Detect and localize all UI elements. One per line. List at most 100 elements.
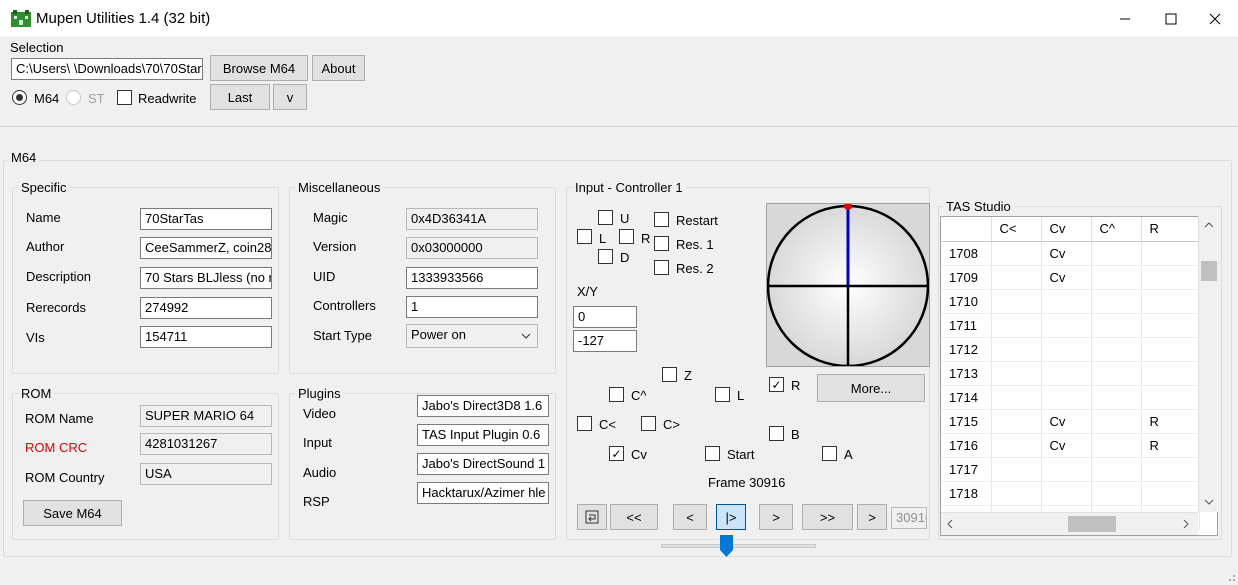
m64-path-field[interactable]: C:\Users\ \Downloads\70\70StarTas.m64 — [11, 58, 203, 80]
input-cell[interactable] — [1091, 385, 1142, 410]
table-row[interactable]: 1713 — [941, 361, 1200, 386]
column-header[interactable]: C< — [991, 217, 1042, 242]
input-cell[interactable] — [1141, 241, 1200, 266]
chevron-up-icon[interactable] — [1204, 222, 1214, 228]
table-row[interactable]: 1708 Cv — [941, 241, 1200, 266]
goto-frame-button[interactable]: > — [857, 504, 887, 530]
next-frame-button[interactable]: > — [759, 504, 793, 530]
resize-grip-icon[interactable] — [1226, 570, 1236, 581]
input-cell[interactable] — [1091, 361, 1142, 386]
input-cell[interactable]: R — [1141, 409, 1200, 434]
input-cell[interactable] — [991, 385, 1042, 410]
input-cell[interactable] — [991, 289, 1042, 314]
m64-radio[interactable] — [12, 90, 27, 105]
column-header[interactable] — [941, 217, 992, 242]
res1-checkbox[interactable] — [654, 236, 669, 251]
input-cell[interactable] — [1141, 265, 1200, 290]
input-cell[interactable] — [1141, 361, 1200, 386]
dpad-right-checkbox[interactable] — [619, 229, 634, 244]
loop-button[interactable] — [577, 504, 607, 530]
c-down-checkbox[interactable]: ✓ — [609, 446, 624, 461]
readwrite-checkbox[interactable] — [117, 90, 132, 105]
input-cell[interactable] — [1041, 289, 1092, 314]
frame-slider-thumb[interactable] — [720, 535, 733, 557]
input-cell[interactable]: Cv — [1041, 265, 1092, 290]
input-cell[interactable] — [1091, 265, 1142, 290]
rerecords-field[interactable]: 274992 — [140, 297, 272, 319]
z-checkbox[interactable] — [662, 367, 677, 382]
controllers-field[interactable]: 1 — [406, 296, 538, 318]
close-button[interactable] — [1192, 0, 1238, 38]
play-button[interactable]: |> — [716, 504, 746, 530]
c-up-checkbox[interactable] — [609, 387, 624, 402]
forward-all-button[interactable]: >> — [802, 504, 853, 530]
input-cell[interactable] — [1091, 313, 1142, 338]
input-cell[interactable] — [1091, 481, 1142, 506]
input-cell[interactable] — [991, 241, 1042, 266]
audio-plugin-field[interactable]: Jabo's DirectSound 1 — [417, 453, 549, 475]
input-cell[interactable] — [1141, 313, 1200, 338]
input-cell[interactable] — [991, 265, 1042, 290]
table-row[interactable]: 1715 Cv R — [941, 409, 1200, 434]
start-type-select[interactable]: Power on — [406, 324, 538, 348]
chevron-down-icon[interactable] — [1204, 499, 1214, 505]
input-cell[interactable]: Cv — [1041, 433, 1092, 458]
more-button[interactable]: More... — [817, 374, 925, 402]
author-field[interactable]: CeeSammerZ, coin28 — [140, 237, 272, 259]
description-field[interactable]: 70 Stars BLJless (no r — [140, 267, 272, 289]
input-cell[interactable] — [1141, 337, 1200, 362]
start-checkbox[interactable] — [705, 446, 720, 461]
input-cell[interactable] — [1091, 409, 1142, 434]
x-field[interactable]: 0 — [573, 306, 637, 328]
input-cell[interactable] — [1041, 481, 1092, 506]
rewind-all-button[interactable]: << — [610, 504, 658, 530]
dpad-down-checkbox[interactable] — [598, 249, 613, 264]
last-button[interactable]: Last — [210, 84, 270, 110]
c-left-checkbox[interactable] — [577, 416, 592, 431]
chevron-right-icon[interactable] — [1183, 519, 1189, 529]
about-button[interactable]: About — [312, 55, 365, 81]
input-plugin-field[interactable]: TAS Input Plugin 0.6 — [417, 424, 549, 446]
rsp-plugin-field[interactable]: Hacktarux/Azimer hle — [417, 482, 549, 504]
table-row[interactable]: 1710 — [941, 289, 1200, 314]
browse-m64-button[interactable]: Browse M64 — [210, 55, 308, 81]
dpad-left-checkbox[interactable] — [577, 229, 592, 244]
res2-checkbox[interactable] — [654, 260, 669, 275]
b-button-checkbox[interactable] — [769, 426, 784, 441]
save-m64-button[interactable]: Save M64 — [23, 500, 122, 526]
dpad-up-checkbox[interactable] — [598, 210, 613, 225]
input-cell[interactable] — [1091, 457, 1142, 482]
magic-field[interactable]: 0x4D36341A — [406, 208, 538, 230]
input-cell[interactable] — [1141, 481, 1200, 506]
vis-field[interactable]: 154711 — [140, 326, 272, 348]
input-cell[interactable]: Cv — [1041, 409, 1092, 434]
uid-field[interactable]: 1333933566 — [406, 267, 538, 289]
table-row[interactable]: 1717 — [941, 457, 1200, 482]
table-row[interactable]: 1718 — [941, 481, 1200, 506]
input-cell[interactable]: R — [1141, 433, 1200, 458]
input-cell[interactable] — [1041, 457, 1092, 482]
l-button-checkbox[interactable] — [715, 387, 730, 402]
input-cell[interactable] — [1041, 385, 1092, 410]
input-cell[interactable] — [1091, 289, 1142, 314]
input-cell[interactable] — [1141, 289, 1200, 314]
r-button-checkbox[interactable]: ✓ — [769, 377, 784, 392]
tas-horizontal-scrollbar[interactable] — [941, 512, 1198, 535]
input-cell[interactable] — [1091, 241, 1142, 266]
input-cell[interactable] — [991, 457, 1042, 482]
column-header[interactable]: C^ — [1091, 217, 1142, 242]
input-cell[interactable] — [1141, 457, 1200, 482]
tas-grid[interactable]: C< Cv C^ R 1708 Cv 1709 Cv 1710 1711 1712 … — [940, 216, 1218, 536]
joystick-pad[interactable] — [766, 202, 930, 368]
rom-country-field[interactable]: USA — [140, 463, 272, 485]
version-field[interactable]: 0x03000000 — [406, 237, 538, 259]
y-field[interactable]: -127 — [573, 330, 637, 352]
input-cell[interactable] — [991, 409, 1042, 434]
rom-name-field[interactable]: SUPER MARIO 64 — [140, 405, 272, 427]
input-cell[interactable] — [991, 361, 1042, 386]
dropdown-v-button[interactable]: v — [273, 84, 307, 110]
name-field[interactable]: 70StarTas — [140, 208, 272, 230]
st-radio[interactable] — [66, 90, 81, 105]
a-button-checkbox[interactable] — [822, 446, 837, 461]
minimize-button[interactable] — [1102, 0, 1148, 38]
